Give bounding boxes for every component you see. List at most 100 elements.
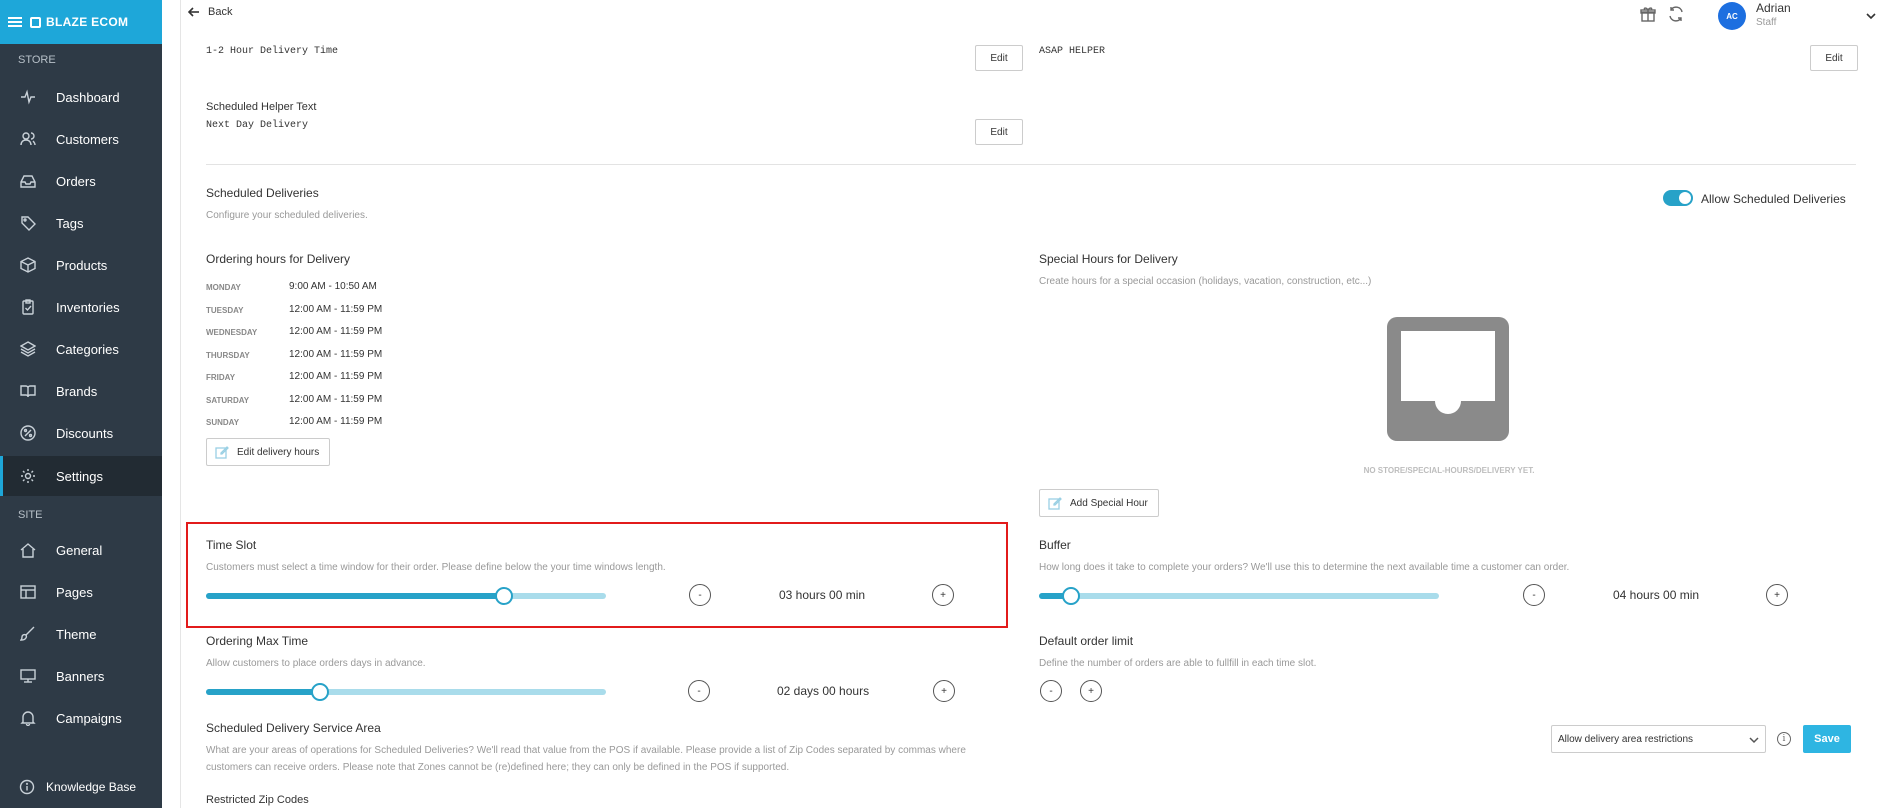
- ordering-max-value: 02 days 00 hours: [777, 684, 870, 698]
- buffer-plus-button[interactable]: +: [1766, 584, 1788, 606]
- day-label: SUNDAY: [206, 418, 240, 427]
- edit-icon: [215, 446, 229, 459]
- day-hours: 12:00 AM - 11:59 PM: [289, 416, 383, 427]
- sidebar-item-tags[interactable]: Tags: [0, 205, 162, 241]
- asap-helper-value: ASAP HELPER: [1039, 46, 1106, 57]
- edit-asap-button[interactable]: Edit: [975, 45, 1023, 71]
- sidebar-item-campaigns[interactable]: Campaigns: [0, 700, 162, 736]
- sidebar-item-products[interactable]: Products: [0, 247, 162, 283]
- service-area-title: Scheduled Delivery Service Area: [206, 721, 381, 735]
- ordering-max-plus-button[interactable]: +: [933, 680, 955, 702]
- sidebar-item-settings[interactable]: Settings: [0, 456, 162, 496]
- buffer-value: 04 hours 00 min: [1613, 588, 1700, 602]
- users-icon: [19, 130, 37, 148]
- layout-icon: [19, 583, 37, 601]
- day-label: MONDAY: [206, 283, 241, 292]
- allow-scheduled-label: Allow Scheduled Deliveries: [1701, 192, 1846, 206]
- day-label: THURSDAY: [206, 351, 250, 360]
- sidebar-item-label: General: [56, 542, 103, 558]
- brush-icon: [19, 625, 37, 643]
- layers-icon: [19, 340, 37, 358]
- slider-thumb[interactable]: [311, 683, 329, 701]
- sidebar-item-label: Dashboard: [56, 89, 120, 105]
- day-hours: 9:00 AM - 10:50 AM: [289, 281, 377, 292]
- day-label: SATURDAY: [206, 396, 250, 405]
- sidebar-item-label: Inventories: [56, 299, 120, 315]
- add-special-hour-label: Add Special Hour: [1070, 497, 1148, 509]
- default-limit-plus-button[interactable]: +: [1080, 680, 1102, 702]
- sidebar-item-dashboard[interactable]: Dashboard: [0, 79, 162, 115]
- sidebar-item-discounts[interactable]: Discounts: [0, 415, 162, 451]
- day-hours: 12:00 AM - 11:59 PM: [289, 304, 383, 315]
- asap-value: 1-2 Hour Delivery Time: [206, 46, 339, 57]
- buffer-minus-button[interactable]: -: [1523, 584, 1545, 606]
- allow-scheduled-toggle[interactable]: [1663, 190, 1693, 206]
- day-label: FRIDAY: [206, 373, 236, 382]
- scheduled-helper-value: Next Day Delivery: [206, 120, 309, 131]
- day-label: WEDNESDAY: [206, 328, 258, 337]
- sidebar-item-brands[interactable]: Brands: [0, 373, 162, 409]
- service-area-subtitle-2: customers can receive orders. Please not…: [206, 762, 790, 773]
- menu-icon[interactable]: [8, 17, 22, 27]
- sidebar-item-label: Customers: [56, 131, 119, 147]
- empty-inbox-icon: [1387, 317, 1509, 446]
- buffer-subtitle: How long does it take to complete your o…: [1039, 562, 1570, 573]
- scheduled-deliveries-subtitle: Configure your scheduled deliveries.: [206, 210, 368, 221]
- scheduled-helper-label: Scheduled Helper Text: [206, 101, 317, 113]
- sidebar-item-label: Orders: [56, 173, 96, 189]
- default-limit-minus-button[interactable]: -: [1040, 680, 1062, 702]
- delivery-area-select[interactable]: Allow delivery area restrictions: [1551, 725, 1766, 753]
- sidebar-item-customers[interactable]: Customers: [0, 121, 162, 157]
- save-button[interactable]: Save: [1803, 725, 1851, 753]
- sidebar-item-label: Brands: [56, 383, 98, 399]
- percent-icon: [19, 424, 37, 442]
- time-slot-highlight: [186, 522, 1008, 628]
- edit-asap-helper-button[interactable]: Edit: [1810, 45, 1858, 71]
- bell-icon: [19, 709, 37, 727]
- day-hours: 12:00 AM - 11:59 PM: [289, 349, 383, 360]
- ordering-max-subtitle: Allow customers to place orders days in …: [206, 658, 426, 669]
- divider: [206, 164, 1856, 165]
- sidebar-item-label: Theme: [56, 626, 97, 642]
- sidebar-item-inventories[interactable]: Inventories: [0, 289, 162, 325]
- sidebar: BLAZE ECOM STORE Dashboard Customers Ord…: [0, 0, 162, 808]
- brand-bar: BLAZE ECOM: [0, 0, 162, 44]
- inbox-icon: [19, 172, 37, 190]
- sidebar-item-label: Campaigns: [56, 710, 122, 726]
- sidebar-item-categories[interactable]: Categories: [0, 331, 162, 367]
- sidebar-item-banners[interactable]: Banners: [0, 658, 162, 694]
- delivery-area-select-value: Allow delivery area restrictions: [1558, 733, 1694, 745]
- ordering-max-slider[interactable]: [206, 683, 606, 701]
- service-area-subtitle-1: What are your areas of operations for Sc…: [206, 745, 966, 756]
- buffer-title: Buffer: [1039, 538, 1071, 552]
- buffer-slider[interactable]: [1039, 587, 1439, 605]
- day-label: TUESDAY: [206, 306, 244, 315]
- sidebar-item-orders[interactable]: Orders: [0, 163, 162, 199]
- edit-scheduled-helper-button[interactable]: Edit: [975, 119, 1023, 145]
- info-icon[interactable]: i: [1777, 732, 1791, 746]
- gear-icon: [19, 467, 37, 485]
- sidebar-item-knowledge-base[interactable]: Knowledge Base: [0, 769, 162, 805]
- ordering-max-minus-button[interactable]: -: [688, 680, 710, 702]
- brand-name: BLAZE ECOM: [46, 15, 129, 29]
- scheduled-deliveries-title: Scheduled Deliveries: [206, 186, 319, 200]
- edit-delivery-hours-button[interactable]: Edit delivery hours: [206, 438, 331, 466]
- sidebar-item-pages[interactable]: Pages: [0, 574, 162, 610]
- edit-icon: [1048, 497, 1062, 510]
- sidebar-item-general[interactable]: General: [0, 532, 162, 568]
- day-hours: 12:00 AM - 11:59 PM: [289, 371, 383, 382]
- ordering-hours-title: Ordering hours for Delivery: [206, 252, 351, 266]
- default-limit-title: Default order limit: [1039, 634, 1134, 648]
- sidebar-item-label: Banners: [56, 668, 105, 684]
- monitor-icon: [19, 667, 37, 685]
- sidebar-item-label: Settings: [56, 468, 103, 484]
- sidebar-item-label: Products: [56, 257, 108, 273]
- edit-delivery-hours-label: Edit delivery hours: [237, 446, 320, 458]
- slider-thumb[interactable]: [1062, 587, 1080, 605]
- day-hours: 12:00 AM - 11:59 PM: [289, 394, 383, 405]
- sidebar-item-theme[interactable]: Theme: [0, 616, 162, 652]
- restricted-zip-label: Restricted Zip Codes: [206, 794, 309, 806]
- box-icon: [19, 256, 37, 274]
- knowledge-base-label: Knowledge Base: [46, 780, 137, 794]
- add-special-hour-button[interactable]: Add Special Hour: [1039, 489, 1159, 517]
